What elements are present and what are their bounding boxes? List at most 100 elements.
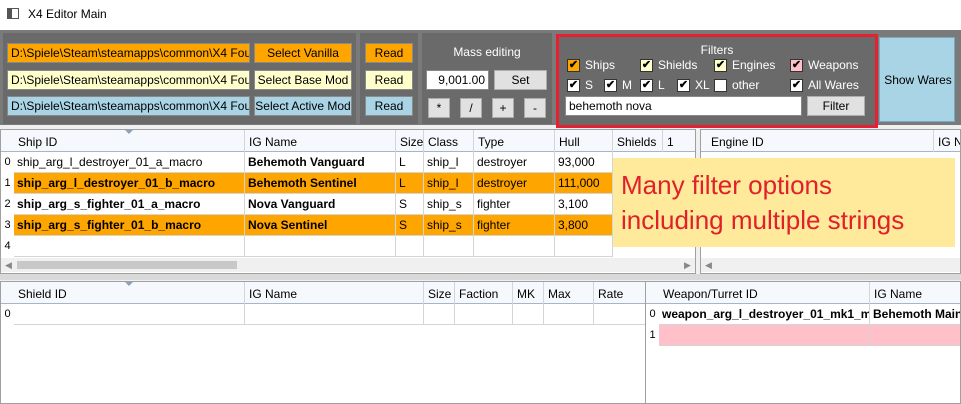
ship-id-cell[interactable]: ship_arg_l_destroyer_01_b_macro [14,173,245,194]
ig-name-cell[interactable]: Nova Sentinel [245,215,396,236]
col-engine-id[interactable]: Engine ID [707,130,934,152]
set-button[interactable]: Set [494,70,547,90]
read-base-mod-button[interactable]: Read [365,70,413,90]
hull-cell[interactable]: 111,000 [555,173,613,194]
col-shields[interactable]: Shields [613,130,663,152]
size-cell[interactable] [396,236,424,257]
read-vanilla-button[interactable]: Read [365,43,413,63]
class-cell[interactable]: ship_l [424,173,474,194]
col-shield-mk[interactable]: MK [513,282,544,304]
ship-id-cell[interactable]: ship_arg_s_fighter_01_a_macro [14,194,245,215]
callout-line-1: Many filter options [621,170,832,200]
col-engine-ig-name[interactable]: IG N [934,130,960,152]
scroll-right-icon[interactable]: ▶ [684,260,691,271]
col-type[interactable]: Type [474,130,555,152]
shield-size-cell[interactable] [424,304,455,325]
size-cell[interactable]: S [396,194,424,215]
row-index: 1 [649,329,656,341]
select-vanilla-button[interactable]: Select Vanilla [254,43,352,63]
read-panel: Read Read Read [360,33,418,124]
weapon-id-cell[interactable] [659,325,870,346]
hull-cell[interactable] [555,236,613,257]
row-index: 0 [649,308,656,320]
divide-button[interactable]: / [460,98,482,118]
scroll-left-icon[interactable]: ◀ [5,260,12,271]
ship-id-cell[interactable]: ship_arg_s_fighter_01_b_macro [14,215,245,236]
select-active-mod-button[interactable]: Select Active Mod [254,96,352,116]
ship-id-cell[interactable]: ship_arg_l_destroyer_01_a_macro [14,152,245,173]
row-index: 0 [4,156,11,168]
shield-max-cell[interactable] [544,304,594,325]
col-ig-name[interactable]: IG Name [245,130,396,152]
col-class[interactable]: Class [424,130,474,152]
type-cell[interactable]: destroyer [474,173,555,194]
engines-horizontal-scrollbar[interactable]: ◀ [701,258,960,272]
subtract-button[interactable]: - [524,98,546,118]
mass-edit-value-input[interactable]: 9,001.00 [426,70,489,90]
hull-cell[interactable]: 3,800 [555,215,613,236]
read-active-mod-button[interactable]: Read [365,96,413,116]
row-index: 4 [4,240,11,252]
ships-grid-header: Ship ID IG Name Size Class Type Hull Shi… [1,130,695,152]
class-cell[interactable]: ship_l [424,152,474,173]
shield-id-cell[interactable] [14,304,245,325]
sort-indicator-icon [125,130,133,134]
multiply-button[interactable]: * [428,98,450,118]
ig-name-cell[interactable]: Behemoth Sentinel [245,173,396,194]
hull-cell[interactable]: 93,000 [555,152,613,173]
active-mod-path-field[interactable]: D:\Spiele\Steam\steamapps\common\X4 Foun… [7,96,250,116]
type-cell[interactable]: destroyer [474,152,555,173]
shield-ig-name-cell[interactable] [245,304,424,325]
weapon-ig-name-cell[interactable] [870,325,960,346]
ship-id-cell[interactable] [14,236,245,257]
shield-mk-cell[interactable] [513,304,544,325]
class-cell[interactable]: ship_s [424,215,474,236]
annotation-callout: Many filter options including multiple s… [613,158,955,247]
add-button[interactable]: + [492,98,514,118]
scroll-left-icon[interactable]: ◀ [705,260,712,271]
size-cell[interactable]: L [396,152,424,173]
ig-name-cell[interactable] [245,236,396,257]
class-cell[interactable]: ship_s [424,194,474,215]
row-index: 2 [4,198,11,210]
ig-name-cell[interactable]: Behemoth Vanguard [245,152,396,173]
scrollbar-thumb[interactable] [17,261,237,269]
class-cell[interactable] [424,236,474,257]
col-shield-ig-name[interactable]: IG Name [245,282,424,304]
show-wares-button[interactable]: Show Wares [879,37,955,122]
col-size[interactable]: Size [396,130,424,152]
shields-grid: Shield ID IG Name Size Faction MK Max Ra… [0,281,648,404]
size-cell[interactable]: S [396,215,424,236]
col-hull[interactable]: Hull [555,130,613,152]
callout-line-2: including multiple strings [621,205,905,235]
weapon-id-cell[interactable]: weapon_arg_l_destroyer_01_mk1_macro [659,304,870,325]
col-weapon-ig-name[interactable]: IG Name [870,282,960,304]
row-index: 0 [4,308,11,320]
weapons-grid: Weapon/Turret ID IG Name 0 weapon_arg_l_… [645,281,961,404]
col-shield-max[interactable]: Max [544,282,594,304]
shield-rate-cell[interactable] [594,304,647,325]
type-cell[interactable] [474,236,555,257]
col-weapon-id[interactable]: Weapon/Turret ID [659,282,870,304]
type-cell[interactable]: fighter [474,215,555,236]
base-mod-path-field[interactable]: D:\Spiele\Steam\steamapps\common\X4 Foun… [7,70,250,90]
col-shield-size[interactable]: Size [424,282,455,304]
weapons-grid-header: Weapon/Turret ID IG Name [646,282,960,304]
col-shield-rate[interactable]: Rate [594,282,647,304]
shield-faction-cell[interactable] [455,304,513,325]
size-cell[interactable]: L [396,173,424,194]
filters-highlight-box [556,34,878,128]
ships-horizontal-scrollbar[interactable]: ◀ ▶ [1,258,695,272]
hull-cell[interactable]: 3,100 [555,194,613,215]
weapon-ig-name-cell[interactable]: Behemoth Main [870,304,960,325]
col-shield-faction[interactable]: Faction [455,282,513,304]
col-more[interactable]: 1 [663,130,695,152]
vanilla-path-field[interactable]: D:\Spiele\Steam\steamapps\common\X4 Foun… [7,43,250,63]
horizontal-splitter[interactable] [0,274,961,280]
select-base-mod-button[interactable]: Select Base Mod [254,70,352,90]
ig-name-cell[interactable]: Nova Vanguard [245,194,396,215]
app-icon [7,8,19,19]
show-wares-label: Show Wares [884,73,952,87]
mass-editing-title: Mass editing [453,45,521,59]
type-cell[interactable]: fighter [474,194,555,215]
